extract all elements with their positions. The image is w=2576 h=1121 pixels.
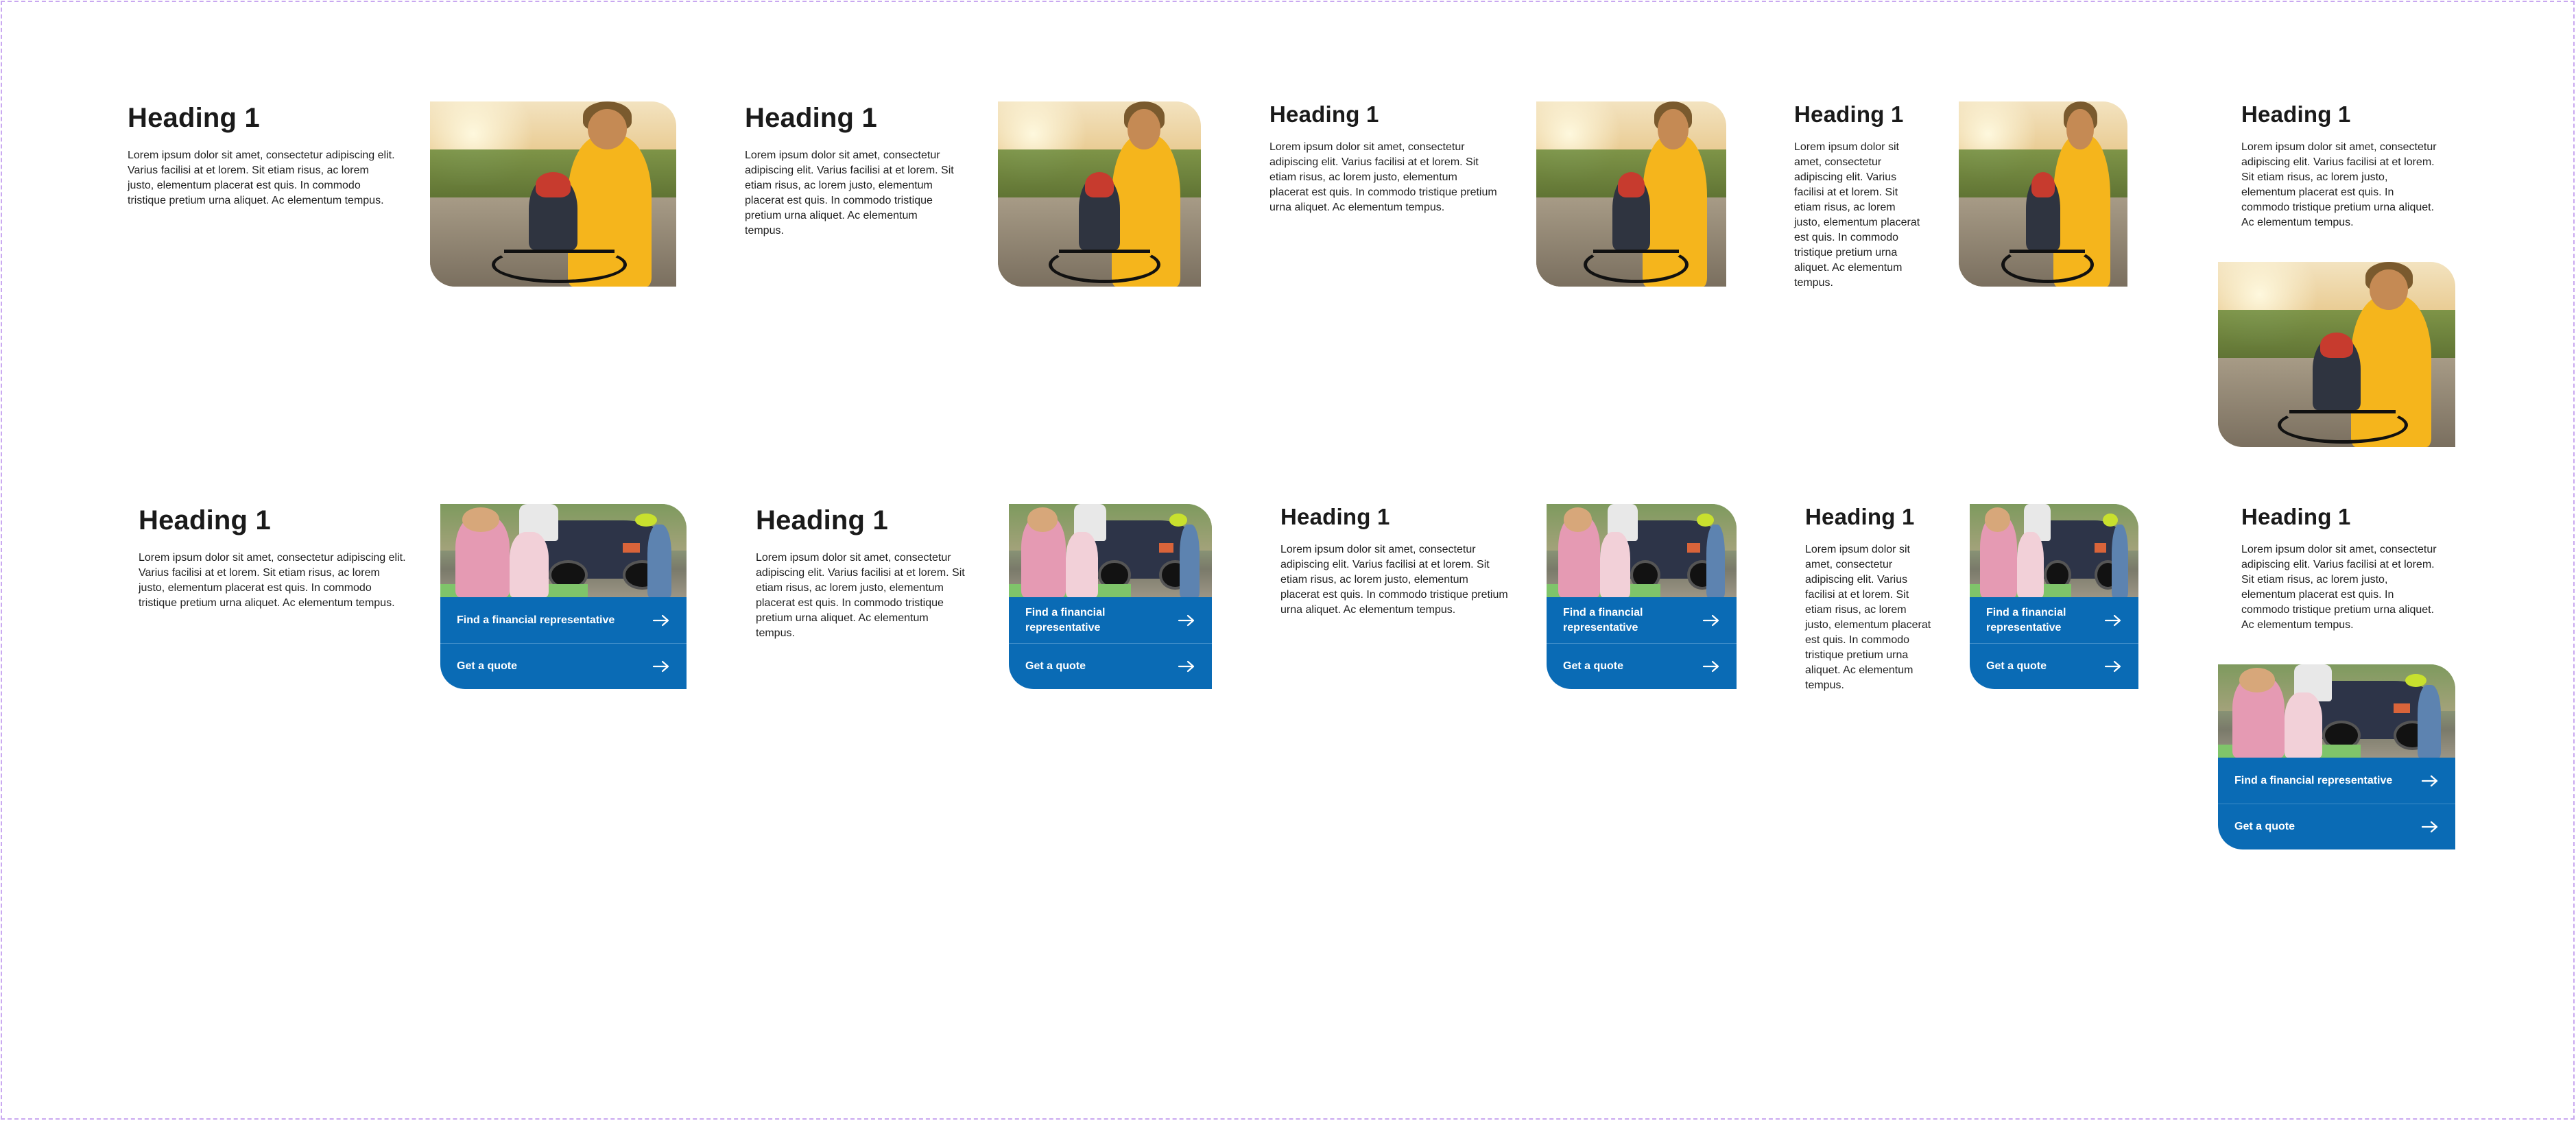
card-heading: Heading 1 — [139, 505, 271, 535]
bike-photo — [998, 101, 1201, 287]
find-financial-representative-link[interactable]: Find a financial representative — [1547, 597, 1737, 643]
link-label: Find a financial representative — [1986, 606, 2066, 634]
card-body-text: Lorem ipsum dolor sit amet, consectetur … — [1280, 544, 1508, 616]
card-heading: Heading 1 — [1794, 101, 1904, 127]
card-body-text: Lorem ipsum dolor sit amet, consectetur … — [139, 552, 406, 609]
card-heading: Heading 1 — [128, 103, 260, 133]
link-label: Get a quote — [2234, 821, 2295, 832]
link-label: Get a quote — [457, 660, 518, 672]
card-heading: Heading 1 — [756, 505, 888, 535]
card-heading: Heading 1 — [1805, 504, 1915, 529]
bike-photo — [430, 101, 676, 287]
link-label: Find a financial representative — [1563, 606, 1643, 634]
cta-media: Find a financial representative Get a qu… — [440, 504, 687, 689]
bike-photo — [2218, 262, 2455, 447]
cta-media: Find a financial representative Get a qu… — [1970, 504, 2138, 689]
card-body-text: Lorem ipsum dolor sit amet, consectetur … — [2241, 544, 2437, 631]
family-photo — [1009, 504, 1212, 597]
find-financial-representative-link[interactable]: Find a financial representative — [440, 597, 687, 643]
arrow-right-icon — [1702, 614, 1720, 627]
card-body-text: Lorem ipsum dolor sit amet, consectetur … — [1269, 141, 1497, 213]
card-image — [1536, 101, 1726, 287]
find-financial-representative-link[interactable]: Find a financial representative — [1009, 597, 1212, 643]
action-panel: Find a financial representative Get a qu… — [440, 597, 687, 689]
bike-photo — [1959, 101, 2127, 287]
card-image — [1959, 101, 2127, 287]
arrow-right-icon — [1178, 660, 1195, 673]
arrow-right-icon — [1702, 660, 1720, 673]
card-heading: Heading 1 — [745, 103, 877, 133]
card-body-text: Lorem ipsum dolor sit amet, consectetur … — [1805, 544, 1931, 691]
family-photo — [2218, 664, 2455, 758]
card-heading: Heading 1 — [1280, 504, 1390, 529]
get-a-quote-link[interactable]: Get a quote — [440, 643, 687, 689]
action-panel: Find a financial representative Get a qu… — [2218, 758, 2455, 849]
action-panel: Find a financial representative Get a qu… — [1970, 597, 2138, 689]
link-label: Find a financial representative — [1025, 606, 1106, 634]
arrow-right-icon — [652, 660, 670, 673]
link-label: Find a financial representative — [2234, 774, 2393, 786]
get-a-quote-link[interactable]: Get a quote — [1009, 643, 1212, 689]
card-body-text: Lorem ipsum dolor sit amet, consectetur … — [128, 149, 395, 206]
action-panel: Find a financial representative Get a qu… — [1009, 597, 1212, 689]
card-image — [2218, 262, 2455, 447]
get-a-quote-link[interactable]: Get a quote — [1547, 643, 1737, 689]
get-a-quote-link[interactable]: Get a quote — [2218, 804, 2455, 849]
find-financial-representative-link[interactable]: Find a financial representative — [1970, 597, 2138, 643]
card-body-text: Lorem ipsum dolor sit amet, consectetur … — [756, 552, 965, 639]
family-photo — [440, 504, 687, 597]
arrow-right-icon — [1178, 614, 1195, 627]
card-body-text: Lorem ipsum dolor sit amet, consectetur … — [745, 149, 954, 237]
family-photo — [1547, 504, 1737, 597]
link-label: Get a quote — [1563, 660, 1624, 672]
cta-media: Find a financial representative Get a qu… — [1009, 504, 1212, 689]
get-a-quote-link[interactable]: Get a quote — [1970, 643, 2138, 689]
action-panel: Find a financial representative Get a qu… — [1547, 597, 1737, 689]
arrow-right-icon — [2421, 821, 2439, 833]
cta-media: Find a financial representative Get a qu… — [1547, 504, 1737, 689]
card-image — [998, 101, 1201, 287]
bike-photo — [1536, 101, 1726, 287]
card-body-text: Lorem ipsum dolor sit amet, consectetur … — [1794, 141, 1920, 289]
find-financial-representative-link[interactable]: Find a financial representative — [2218, 758, 2455, 804]
link-label: Find a financial representative — [457, 614, 615, 626]
cta-media: Find a financial representative Get a qu… — [2218, 664, 2455, 849]
link-label: Get a quote — [1025, 660, 1086, 672]
family-photo — [1970, 504, 2138, 597]
arrow-right-icon — [2421, 775, 2439, 787]
link-label: Get a quote — [1986, 660, 2047, 672]
card-body-text: Lorem ipsum dolor sit amet, consectetur … — [2241, 141, 2437, 228]
arrow-right-icon — [652, 614, 670, 627]
card-heading: Heading 1 — [2241, 504, 2351, 529]
card-image — [430, 101, 676, 287]
card-heading: Heading 1 — [1269, 101, 1379, 127]
arrow-right-icon — [2104, 660, 2122, 673]
arrow-right-icon — [2104, 614, 2122, 627]
card-heading: Heading 1 — [2241, 101, 2351, 127]
